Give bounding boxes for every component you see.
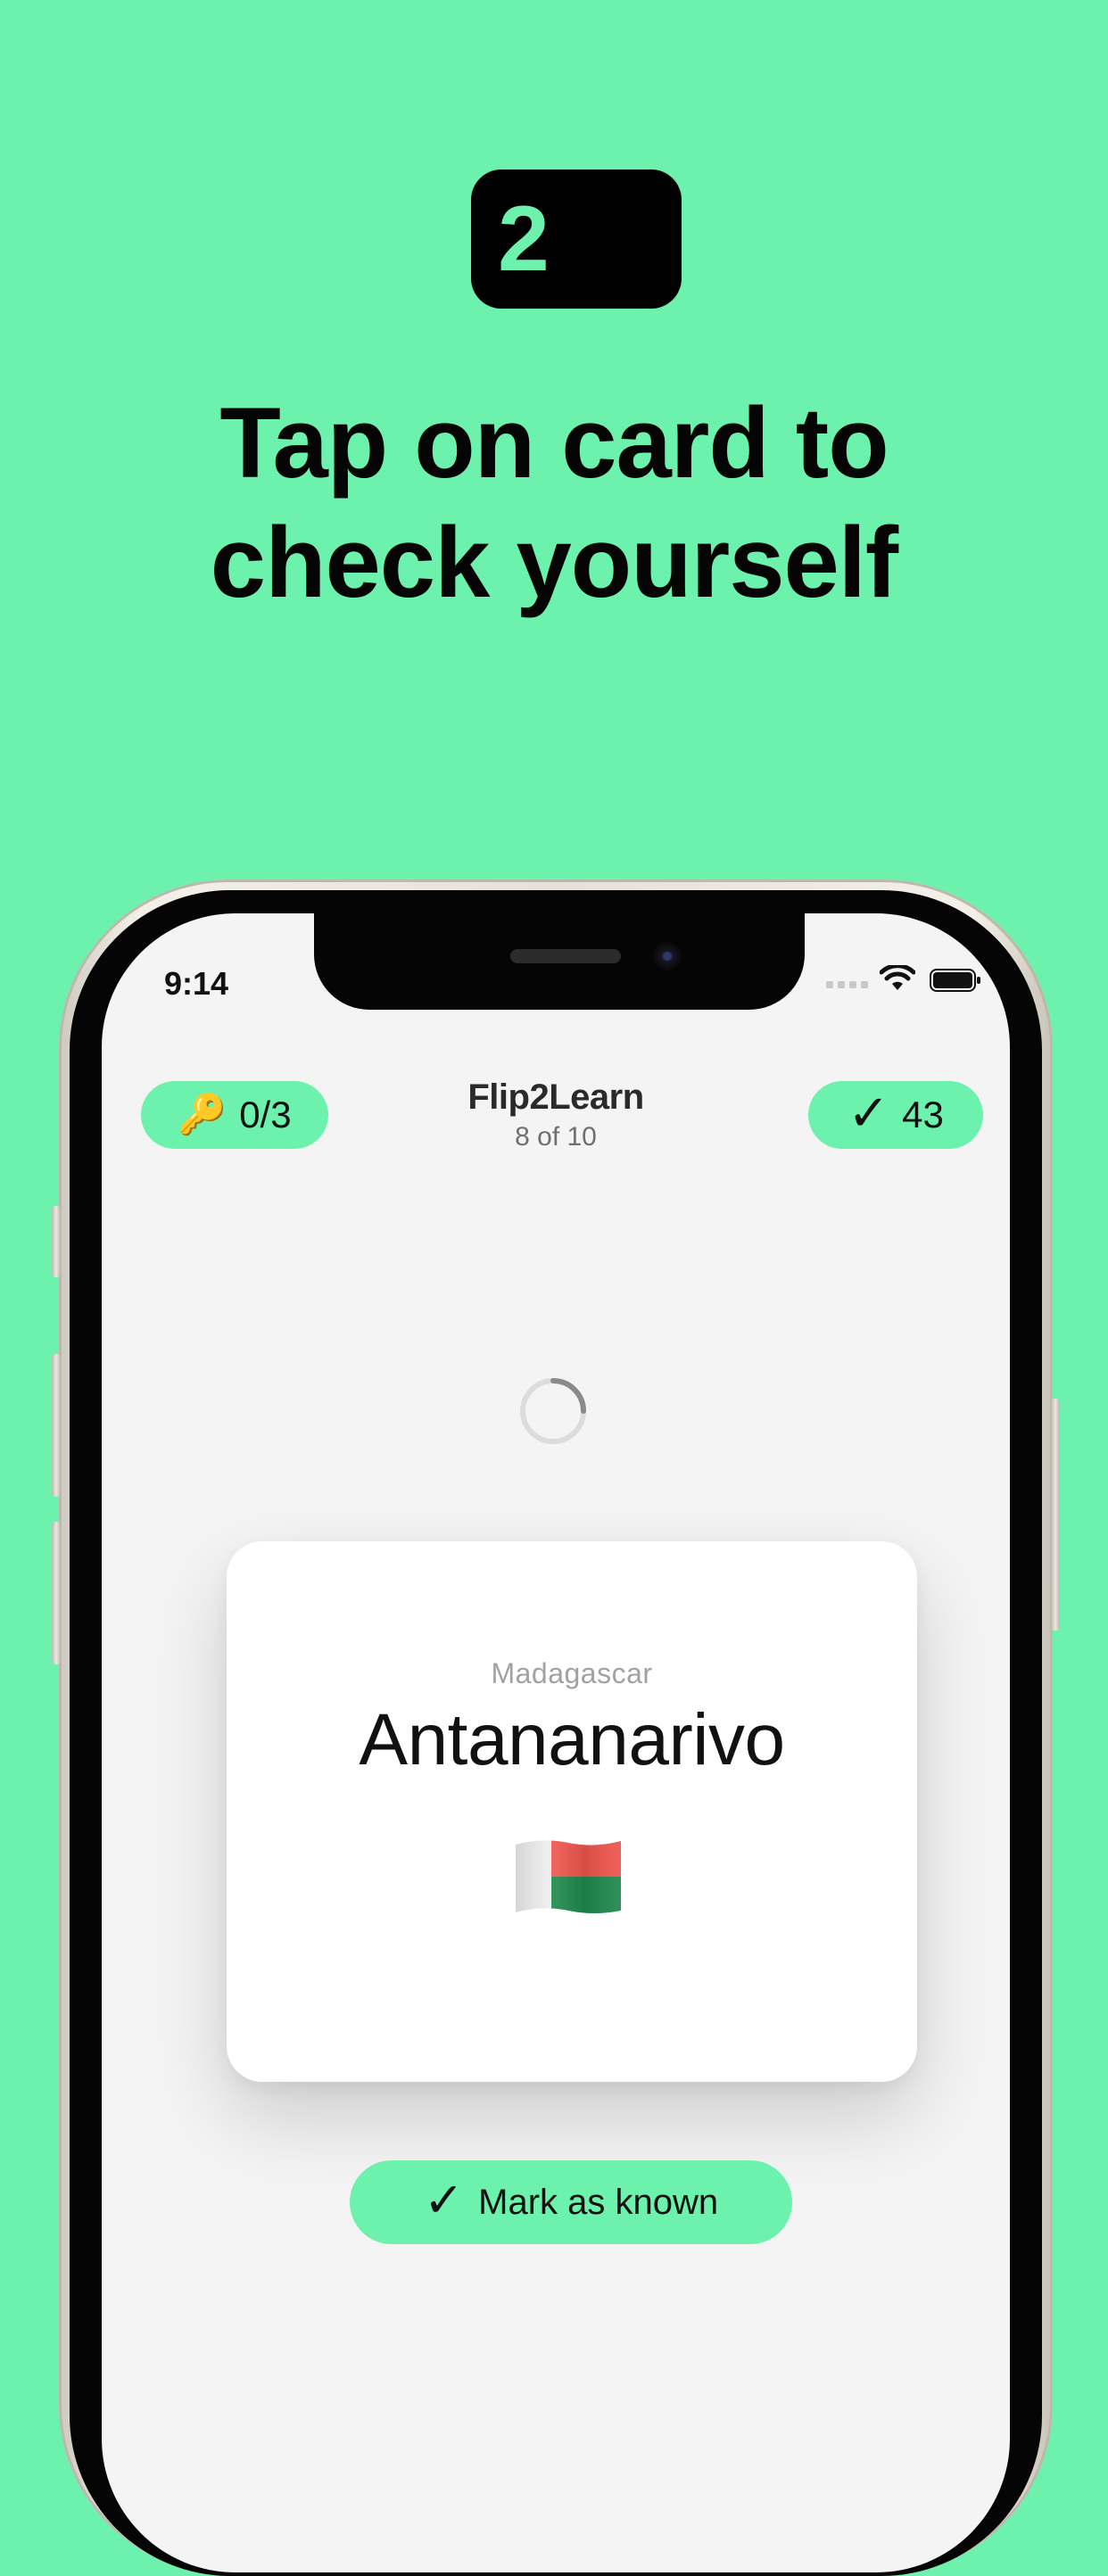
step-number: 2 xyxy=(498,187,550,291)
promo-headline: Tap on card to check yourself xyxy=(0,384,1108,623)
checkmark-icon: ✓ xyxy=(848,1085,890,1141)
notch xyxy=(314,913,805,1010)
mark-as-known-button[interactable]: ✓ Mark as known xyxy=(350,2160,792,2244)
key-icon: 🔑 xyxy=(178,1093,227,1136)
known-counter-badge[interactable]: ✓ 43 xyxy=(808,1081,983,1149)
known-count: 43 xyxy=(902,1094,944,1135)
madagascar-flag-icon xyxy=(516,1840,621,1913)
power-button xyxy=(1051,1399,1060,1631)
card-progress: 8 of 10 xyxy=(515,1122,597,1152)
step-badge: 2 xyxy=(471,169,682,309)
loading-spinner-icon xyxy=(520,1378,586,1444)
silent-switch xyxy=(52,1206,61,1277)
headline-line-2: check yourself xyxy=(210,507,898,618)
checkmark-icon: ✓ xyxy=(423,2174,465,2227)
hints-count: 0/3 xyxy=(239,1094,292,1135)
front-camera xyxy=(653,942,682,970)
status-time: 9:14 xyxy=(164,965,229,1002)
phone-frame: 9:14 🔑 0/3 Flip2Learn 8 of 10 ✓ 43 Madag… xyxy=(52,879,1060,2576)
hints-counter-badge[interactable]: 🔑 0/3 xyxy=(141,1081,328,1149)
app-title: Flip2Learn xyxy=(467,1077,644,1117)
earpiece-speaker xyxy=(510,949,621,963)
phone-screen: 9:14 🔑 0/3 Flip2Learn 8 of 10 ✓ 43 Madag… xyxy=(102,913,1010,2572)
volume-up-button xyxy=(52,1354,61,1497)
headline-line-1: Tap on card to xyxy=(219,387,889,499)
volume-down-button xyxy=(52,1522,61,1664)
phone-bezel: 9:14 🔑 0/3 Flip2Learn 8 of 10 ✓ 43 Madag… xyxy=(70,890,1042,2576)
cellular-signal-icon xyxy=(826,981,868,988)
wifi-icon xyxy=(880,965,915,990)
mark-as-known-label: Mark as known xyxy=(478,2182,719,2222)
card-capital: Antananarivo xyxy=(359,1699,785,1780)
battery-icon xyxy=(930,969,980,992)
card-country: Madagascar xyxy=(491,1657,653,1689)
flash-card[interactable]: Madagascar Antananarivo xyxy=(227,1541,917,2082)
